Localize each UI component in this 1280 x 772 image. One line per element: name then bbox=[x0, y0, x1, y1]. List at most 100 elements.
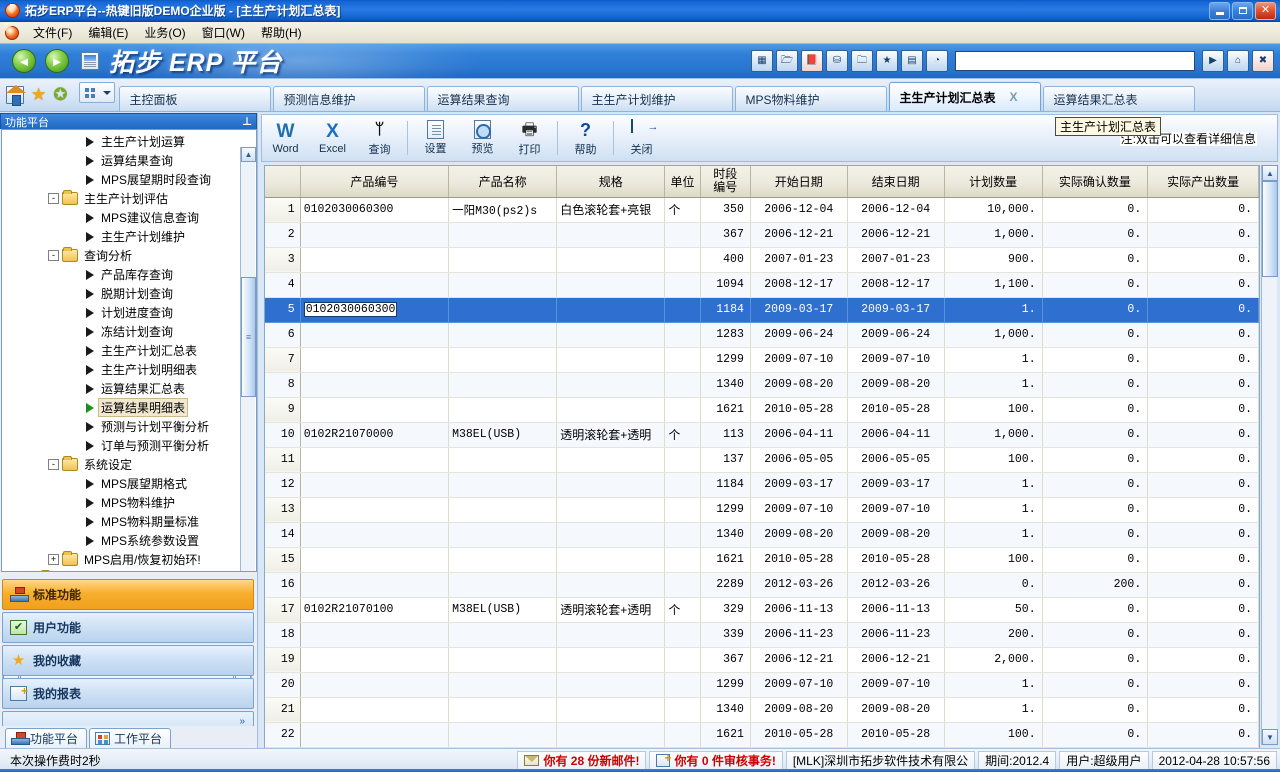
tree-item[interactable]: -物料需求计划系统 bbox=[2, 569, 240, 572]
tree-item[interactable]: 计划进度查询 bbox=[2, 303, 240, 322]
cell-start[interactable]: 2008-12-17 bbox=[750, 272, 847, 297]
tree-item[interactable]: 产品库存查询 bbox=[2, 265, 240, 284]
status-tasks[interactable]: 你有 0 件审核事务! bbox=[649, 751, 782, 770]
cell-output[interactable]: 0. bbox=[1148, 547, 1259, 572]
cell-start[interactable]: 2009-08-20 bbox=[750, 372, 847, 397]
table-row[interactable]: 1312992009-07-102009-07-101.0.0. bbox=[265, 497, 1259, 522]
table-row[interactable]: 410942008-12-172008-12-171,100.0.0. bbox=[265, 272, 1259, 297]
print-button[interactable]: 🖶 打印 bbox=[506, 116, 553, 160]
cell-name[interactable] bbox=[449, 547, 557, 572]
cell-start[interactable]: 2009-07-10 bbox=[750, 672, 847, 697]
table-row[interactable]: 1211842009-03-172009-03-171.0.0. bbox=[265, 472, 1259, 497]
tab-calc-result-summary[interactable]: 运算结果汇总表 bbox=[1043, 86, 1195, 111]
document-icon[interactable] bbox=[81, 52, 99, 70]
table-row[interactable]: 23672006-12-212006-12-211,000.0.0. bbox=[265, 222, 1259, 247]
cell-spec[interactable] bbox=[557, 447, 665, 472]
cell-unit[interactable] bbox=[665, 447, 700, 472]
cell-confirmed[interactable]: 0. bbox=[1042, 447, 1148, 472]
cell-plan[interactable]: 100. bbox=[944, 397, 1042, 422]
tree-item[interactable]: MPS建议信息查询 bbox=[2, 208, 240, 227]
cell-confirmed[interactable]: 0. bbox=[1042, 522, 1148, 547]
cell-output[interactable]: 0. bbox=[1148, 422, 1259, 447]
cell-plan[interactable]: 2,000. bbox=[944, 647, 1042, 672]
tab-mps-material[interactable]: MPS物料维护 bbox=[735, 86, 887, 111]
cell-output[interactable]: 0. bbox=[1148, 472, 1259, 497]
cell-start[interactable]: 2009-03-17 bbox=[750, 297, 847, 322]
cell-output[interactable]: 0. bbox=[1148, 697, 1259, 722]
tree-item[interactable]: MPS展望期格式 bbox=[2, 474, 240, 493]
tree-item[interactable]: 运算结果明细表 bbox=[2, 398, 240, 417]
cell-output[interactable]: 0. bbox=[1148, 497, 1259, 522]
cell-unit[interactable] bbox=[665, 347, 700, 372]
cell-output[interactable]: 0. bbox=[1148, 297, 1259, 322]
cell-code[interactable] bbox=[300, 722, 448, 747]
cell-end[interactable]: 2006-04-11 bbox=[847, 422, 944, 447]
tree-item[interactable]: 订单与预测平衡分析 bbox=[2, 436, 240, 455]
table-row[interactable]: 813402009-08-202009-08-201.0.0. bbox=[265, 372, 1259, 397]
cell-name[interactable] bbox=[449, 722, 557, 747]
cell-confirmed[interactable]: 0. bbox=[1042, 322, 1148, 347]
cell-end[interactable]: 2007-01-23 bbox=[847, 247, 944, 272]
tree-item[interactable]: MPS系统参数设置 bbox=[2, 531, 240, 550]
cell-spec[interactable] bbox=[557, 547, 665, 572]
back-arrow-icon[interactable]: ◄ bbox=[12, 49, 36, 73]
cell-plan[interactable]: 900. bbox=[944, 247, 1042, 272]
cell-code[interactable] bbox=[300, 272, 448, 297]
cell-confirmed[interactable]: 0. bbox=[1042, 497, 1148, 522]
cell-period[interactable]: 1340 bbox=[700, 522, 750, 547]
cell-unit[interactable] bbox=[665, 497, 700, 522]
cell-start[interactable]: 2006-04-11 bbox=[750, 422, 847, 447]
tree-item[interactable]: MPS展望期时段查询 bbox=[2, 170, 240, 189]
cell-spec[interactable]: 白色滚轮套+亮银 bbox=[557, 197, 665, 222]
table-row[interactable]: 1516212010-05-282010-05-28100.0.0. bbox=[265, 547, 1259, 572]
cell-confirmed[interactable]: 0. bbox=[1042, 547, 1148, 572]
cell-output[interactable]: 0. bbox=[1148, 722, 1259, 747]
cell-plan[interactable]: 50. bbox=[944, 597, 1042, 622]
cell-output[interactable]: 0. bbox=[1148, 372, 1259, 397]
cell-confirmed[interactable]: 0. bbox=[1042, 647, 1148, 672]
cell-confirmed[interactable]: 0. bbox=[1042, 472, 1148, 497]
cell-output[interactable]: 0. bbox=[1148, 447, 1259, 472]
cell-confirmed[interactable]: 0. bbox=[1042, 397, 1148, 422]
cell-name[interactable] bbox=[449, 447, 557, 472]
cell-plan[interactable]: 100. bbox=[944, 447, 1042, 472]
home-chart-icon[interactable]: ⌂ bbox=[1227, 50, 1249, 72]
cell-spec[interactable] bbox=[557, 372, 665, 397]
cell-unit[interactable] bbox=[665, 472, 700, 497]
tab-calc-result-query[interactable]: 运算结果查询 bbox=[427, 86, 579, 111]
cell-end[interactable]: 2006-11-23 bbox=[847, 622, 944, 647]
cell-name[interactable] bbox=[449, 497, 557, 522]
cell-spec[interactable] bbox=[557, 522, 665, 547]
cell-period[interactable]: 1340 bbox=[700, 372, 750, 397]
table-row[interactable]: 100102R21070000M38EL(USB)透明滚轮套+透明个113200… bbox=[265, 422, 1259, 447]
cell-start[interactable]: 2009-03-17 bbox=[750, 472, 847, 497]
function-tree[interactable]: 主生产计划运算运算结果查询MPS展望期时段查询-主生产计划评估MPS建议信息查询… bbox=[1, 129, 257, 572]
preview-button[interactable]: 预览 bbox=[459, 116, 506, 160]
table-row[interactable]: 2012992009-07-102009-07-101.0.0. bbox=[265, 672, 1259, 697]
menu-item-window[interactable]: 窗口(W) bbox=[194, 22, 253, 43]
cell-output[interactable]: 0. bbox=[1148, 197, 1259, 222]
cell-end[interactable]: 2008-12-17 bbox=[847, 272, 944, 297]
tree-item[interactable]: 主生产计划汇总表 bbox=[2, 341, 240, 360]
tree-item[interactable]: 主生产计划明细表 bbox=[2, 360, 240, 379]
settings-button[interactable]: 设置 bbox=[412, 116, 459, 160]
tree-item[interactable]: MPS物料维护 bbox=[2, 493, 240, 512]
cell-period[interactable]: 367 bbox=[700, 647, 750, 672]
column-header-product-name[interactable]: 产品名称 bbox=[449, 166, 557, 197]
column-header-rownum[interactable] bbox=[265, 166, 300, 197]
cell-plan[interactable]: 1. bbox=[944, 497, 1042, 522]
cell-plan[interactable]: 1. bbox=[944, 697, 1042, 722]
cell-end[interactable]: 2010-05-28 bbox=[847, 547, 944, 572]
cell-start[interactable]: 2006-11-23 bbox=[750, 622, 847, 647]
cell-unit[interactable] bbox=[665, 272, 700, 297]
table-row[interactable]: 111372006-05-052006-05-05100.0.0. bbox=[265, 447, 1259, 472]
cell-end[interactable]: 2009-08-20 bbox=[847, 697, 944, 722]
cell-period[interactable]: 1621 bbox=[700, 547, 750, 572]
column-header-unit[interactable]: 单位 bbox=[665, 166, 700, 197]
table-row[interactable]: 1413402009-08-202009-08-201.0.0. bbox=[265, 522, 1259, 547]
tab-mps-summary[interactable]: 主生产计划汇总表 X bbox=[889, 82, 1041, 111]
cell-code[interactable] bbox=[300, 247, 448, 272]
cell-period[interactable]: 1340 bbox=[700, 697, 750, 722]
cell-end[interactable]: 2006-12-04 bbox=[847, 197, 944, 222]
column-header-confirmed-qty[interactable]: 实际确认数量 bbox=[1042, 166, 1148, 197]
